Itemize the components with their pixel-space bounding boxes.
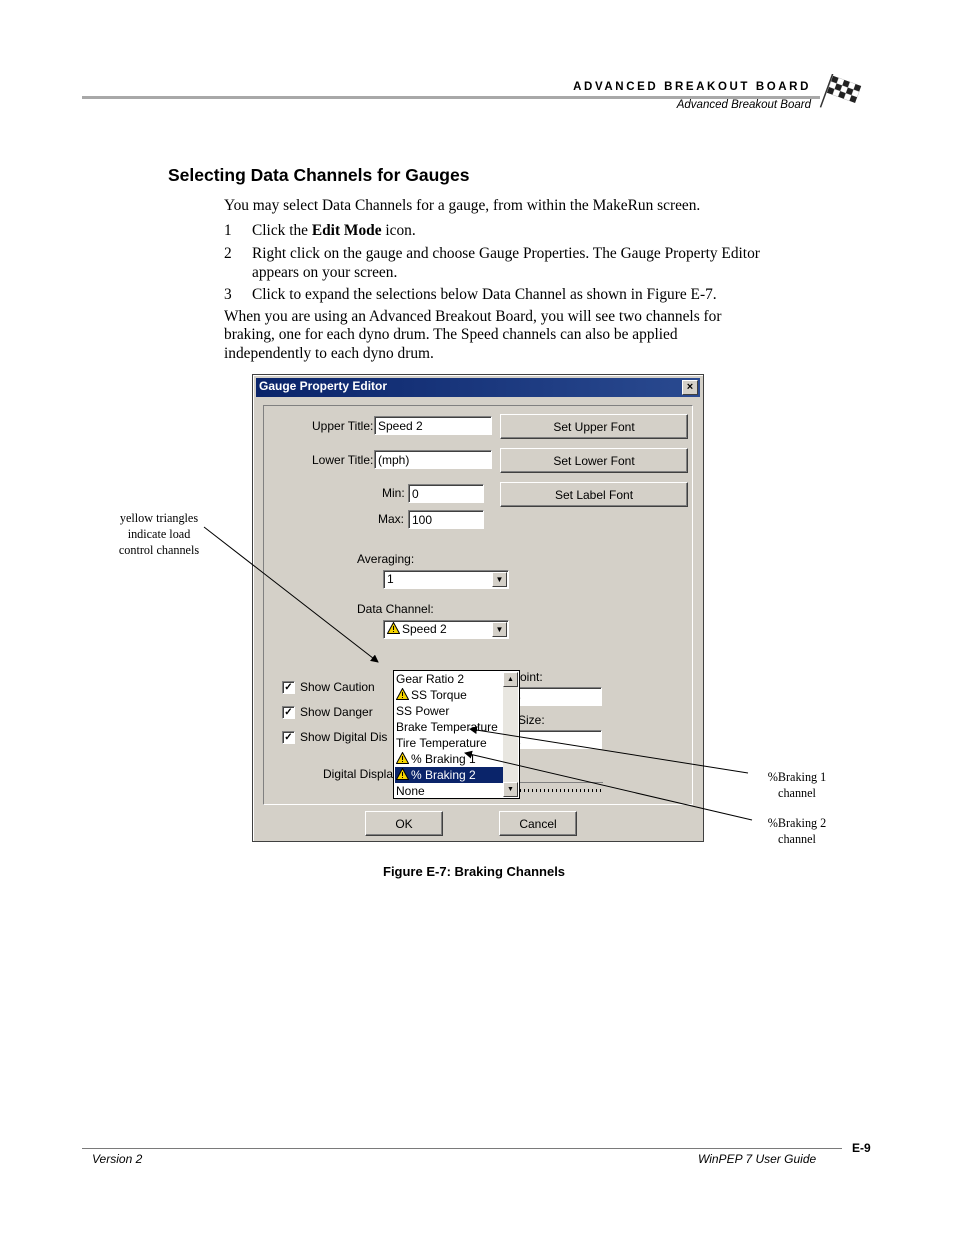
step-text-part: Click the (252, 222, 312, 239)
upper-title-label: Upper Title: (312, 419, 374, 433)
set-upper-font-button[interactable]: Set Upper Font (500, 414, 688, 439)
dropdown-item-tire-temperature[interactable]: Tire Temperature (395, 735, 505, 751)
dropdown-item-brake-temperature[interactable]: Brake Temperature (395, 719, 505, 735)
averaging-select[interactable]: 1 ▼ (383, 570, 509, 589)
warning-triangle-icon (387, 622, 400, 634)
checkered-flag-icon (819, 74, 862, 108)
dialog-title: Gauge Property Editor (259, 379, 388, 393)
footer-guide-title: WinPEP 7 User Guide (698, 1152, 817, 1166)
step-number: 2 (224, 245, 232, 262)
warning-triangle-icon (396, 768, 409, 780)
dropdown-item-label: Brake Temperature (396, 720, 498, 734)
min-label: Min: (382, 486, 405, 500)
show-danger-label: Show Danger (300, 705, 373, 719)
data-channel-value: Speed 2 (402, 622, 447, 636)
step-text: Right click on the gauge and choose Gaug… (252, 245, 760, 262)
step-number: 1 (224, 222, 232, 239)
note-line: control channels (118, 543, 200, 557)
dropdown-item-label: % Braking 1 (411, 752, 476, 766)
dropdown-item-label: SS Torque (411, 688, 467, 702)
upper-title-input[interactable]: Speed 2 (374, 416, 492, 435)
step-text: Click to expand the selections below Dat… (252, 286, 717, 303)
dropdown-item-label: Gear Ratio 2 (396, 672, 465, 686)
intro-text: You may select Data Channels for a gauge… (224, 197, 701, 214)
gauge-property-editor-dialog: Gauge Property Editor × Upper Title: Spe… (252, 374, 704, 842)
dropdown-item-label: % Braking 2 (411, 768, 476, 782)
data-channel-select[interactable]: Speed 2 ▼ (383, 620, 509, 639)
note-line: %Braking 1 (767, 770, 827, 784)
note-line: channel (778, 832, 816, 846)
data-channel-dropdown-list[interactable]: Gear Ratio 2 SS Torque SS Power Brake Te… (393, 670, 520, 799)
figure-caption: Figure E-7: Braking Channels (383, 864, 566, 879)
header-rule (82, 96, 820, 99)
section-header: Advanced Breakout Board (676, 99, 811, 111)
footer-rule (82, 1148, 842, 1149)
dropdown-item-label: None (396, 784, 425, 798)
step-number: 3 (224, 286, 232, 303)
paragraph-line: braking, one for each dyno drum. The Spe… (224, 326, 678, 343)
dropdown-scrollbar[interactable]: ▲ ▼ (503, 672, 518, 797)
dropdown-item-label: SS Power (396, 704, 450, 718)
lower-title-label: Lower Title: (312, 453, 374, 467)
note-line: yellow triangles (119, 511, 199, 525)
scroll-down-icon[interactable]: ▼ (503, 782, 518, 797)
chevron-down-icon[interactable]: ▼ (492, 622, 507, 637)
warning-triangle-icon (396, 688, 409, 700)
edit-mode-term: Edit Mode (311, 222, 382, 239)
note-line: indicate load (127, 527, 191, 541)
footer-version: Version 2 (92, 1152, 143, 1166)
dropdown-item-ss-torque[interactable]: SS Torque (395, 687, 505, 703)
point-input[interactable]: 6 (510, 687, 602, 706)
dialog-titlebar[interactable]: Gauge Property Editor × (256, 378, 700, 397)
dropdown-item-label: Tire Temperature (396, 736, 487, 750)
dropdown-item-gear-ratio-2[interactable]: Gear Ratio 2 (395, 671, 505, 687)
chapter-header: ADVANCED BREAKOUT BOARD (573, 81, 811, 93)
averaging-label: Averaging: (357, 552, 415, 566)
paragraph-line: independently to each dyno drum. (224, 345, 434, 362)
max-input[interactable]: 100 (408, 510, 484, 529)
step-text-part: icon. (381, 222, 416, 239)
note-line: channel (778, 786, 816, 800)
braking-2-note: %Braking 2 channel (756, 815, 838, 847)
show-digital-checkbox[interactable]: ✓ (282, 731, 295, 744)
chevron-down-icon[interactable]: ▼ (492, 572, 507, 587)
averaging-value: 1 (387, 572, 394, 586)
dropdown-item-braking-2[interactable]: % Braking 2 (395, 767, 505, 783)
data-channel-label: Data Channel: (357, 602, 434, 616)
close-button[interactable]: × (682, 380, 698, 395)
size-input[interactable]: 1 (510, 730, 602, 749)
step-text: Click the Edit Mode icon. (252, 222, 416, 241)
dropdown-item-none[interactable]: None (395, 783, 505, 799)
min-input[interactable]: 0 (408, 484, 484, 503)
set-label-font-button[interactable]: Set Label Font (500, 482, 688, 507)
dropdown-item-braking-1[interactable]: % Braking 1 (395, 751, 505, 767)
cancel-button[interactable]: Cancel (499, 811, 577, 836)
braking-1-note: %Braking 1 channel (756, 769, 838, 801)
show-digital-label: Show Digital Dis (300, 730, 388, 744)
warning-triangle-icon (396, 752, 409, 764)
section-heading: Selecting Data Channels for Gauges (168, 165, 470, 185)
lower-title-input[interactable]: (mph) (374, 450, 492, 469)
page-number: E-9 (852, 1141, 871, 1155)
max-label: Max: (378, 512, 405, 526)
scroll-up-icon[interactable]: ▲ (503, 672, 518, 687)
ok-button[interactable]: OK (365, 811, 443, 836)
note-line: %Braking 2 (767, 816, 827, 830)
dropdown-item-ss-power[interactable]: SS Power (395, 703, 505, 719)
set-lower-font-button[interactable]: Set Lower Font (500, 448, 688, 473)
show-danger-checkbox[interactable]: ✓ (282, 706, 295, 719)
show-caution-checkbox[interactable]: ✓ (282, 681, 295, 694)
paragraph-line: When you are using an Advanced Breakout … (224, 308, 722, 325)
yellow-triangles-note: yellow triangles indicate load control c… (108, 510, 210, 558)
properties-panel: Upper Title: Speed 2 Lower Title: (mph) … (263, 405, 693, 805)
step-text: appears on your screen. (252, 264, 398, 281)
show-caution-label: Show Caution (300, 680, 375, 694)
